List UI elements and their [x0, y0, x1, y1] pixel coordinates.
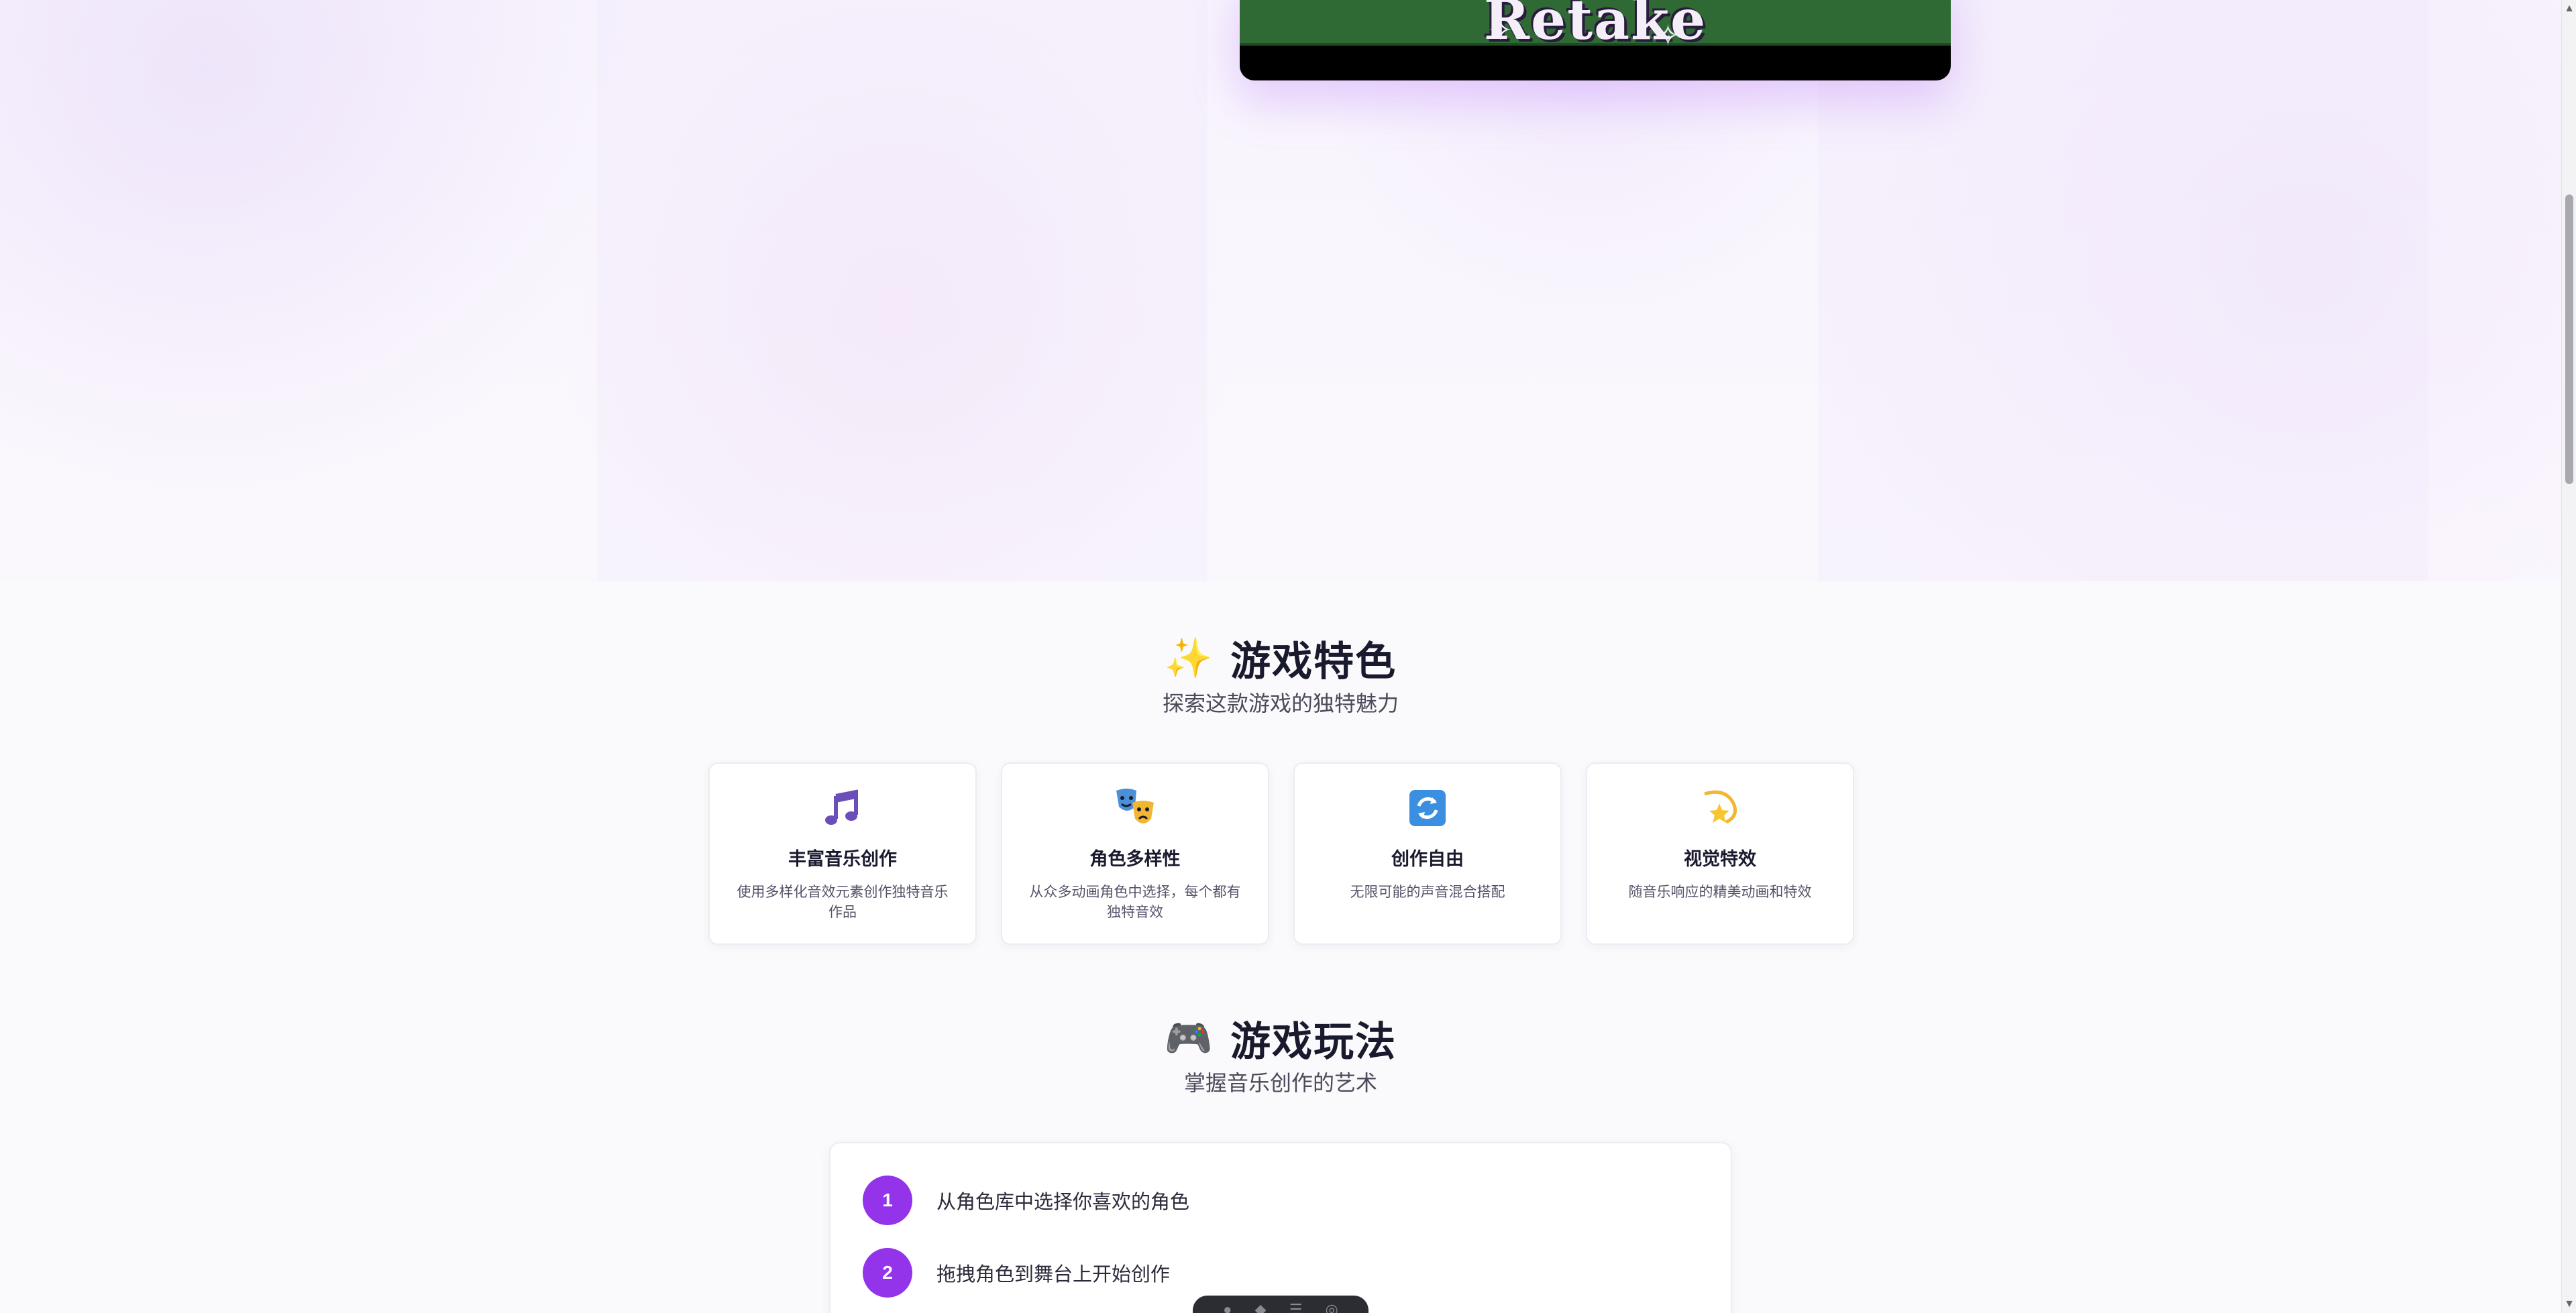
- microphone-icon[interactable]: ●: [1223, 1302, 1232, 1313]
- edit-icon[interactable]: ◆: [1255, 1302, 1267, 1313]
- feature-card-desc: 从众多动画角色中选择，每个都有独特音效: [1029, 884, 1241, 920]
- feature-cards: 丰富音乐创作 使用多样化音效元素创作独特音乐作品 角色多样性 从众多动画角色中选…: [708, 762, 1854, 945]
- feature-card-visual: 视觉特效 随音乐响应的精美动画和特效: [1586, 762, 1854, 945]
- page: Retake ✧ ✧ ✨ 游戏特色 探索这款游戏的独特魅力 丰富音乐创作 使用多…: [0, 0, 2576, 1313]
- hero-bg-tile: [1818, 0, 2428, 581]
- page-scrollbar[interactable]: ▲ ▼: [2561, 0, 2576, 1313]
- feature-card-title: 视觉特效: [1684, 849, 1756, 869]
- floating-toolbar[interactable]: ● ◆ ☰ ◎: [1193, 1296, 1368, 1313]
- sparkle-icon: ✧: [1656, 19, 1680, 52]
- feature-card-title: 创作自由: [1391, 849, 1464, 869]
- dizzy-star-icon: [1699, 787, 1741, 830]
- feature-card-music: 丰富音乐创作 使用多样化音效元素创作独特音乐作品: [708, 762, 977, 945]
- scroll-up-arrow-icon[interactable]: ▲: [2562, 3, 2576, 15]
- feature-card-title: 丰富音乐创作: [788, 849, 897, 869]
- hero-section: Retake ✧ ✧: [0, 0, 2561, 581]
- gameplay-title: 游戏玩法: [1230, 1019, 1397, 1064]
- step-number-badge: 1: [863, 1176, 912, 1225]
- sparkle-icon: ✧: [1488, 14, 1513, 47]
- sparkles-icon: ✨: [1164, 636, 1214, 680]
- gameplay-heading: 🎮 游戏玩法: [0, 1009, 2561, 1068]
- step-number-badge: 2: [863, 1248, 912, 1298]
- features-title: 游戏特色: [1230, 639, 1397, 684]
- feature-card-desc: 随音乐响应的精美动画和特效: [1628, 884, 1812, 900]
- hero-bg-tile: [597, 0, 1208, 581]
- game-logo: Retake: [1483, 0, 1707, 52]
- step-item: 2 拖拽角色到舞台上开始创作: [863, 1248, 1170, 1298]
- feature-card-freedom: 创作自由 无限可能的声音混合搭配: [1293, 762, 1562, 945]
- menu-icon[interactable]: ☰: [1289, 1302, 1303, 1313]
- feature-card-desc: 使用多样化音效元素创作独特音乐作品: [737, 884, 949, 920]
- game-controller-icon: 🎮: [1164, 1016, 1214, 1060]
- theater-masks-icon: [1114, 787, 1157, 830]
- features-subtitle: 探索这款游戏的独特魅力: [1162, 691, 1399, 716]
- gameplay-steps: 1 从角色库中选择你喜欢的角色 2 拖拽角色到舞台上开始创作: [829, 1142, 1732, 1313]
- feature-card-desc: 无限可能的声音混合搭配: [1350, 884, 1505, 900]
- features-heading: ✨ 游戏特色: [0, 629, 2561, 687]
- step-label: 从角色库中选择你喜欢的角色: [936, 1192, 1190, 1213]
- repeat-arrows-icon: [1406, 787, 1449, 830]
- scrollbar-thumb[interactable]: [2565, 194, 2573, 484]
- step-label: 拖拽角色到舞台上开始创作: [936, 1264, 1171, 1286]
- settings-icon[interactable]: ◎: [1326, 1302, 1338, 1313]
- gameplay-subtitle: 掌握音乐创作的艺术: [1183, 1071, 1377, 1095]
- step-item: 1 从角色库中选择你喜欢的角色: [863, 1176, 1189, 1225]
- feature-card-characters: 角色多样性 从众多动画角色中选择，每个都有独特音效: [1001, 762, 1269, 945]
- music-notes-icon: [821, 787, 864, 830]
- scroll-down-arrow-icon[interactable]: ▼: [2562, 1298, 2576, 1310]
- feature-card-title: 角色多样性: [1089, 849, 1181, 869]
- game-video-player[interactable]: Retake ✧ ✧: [1240, 0, 1951, 80]
